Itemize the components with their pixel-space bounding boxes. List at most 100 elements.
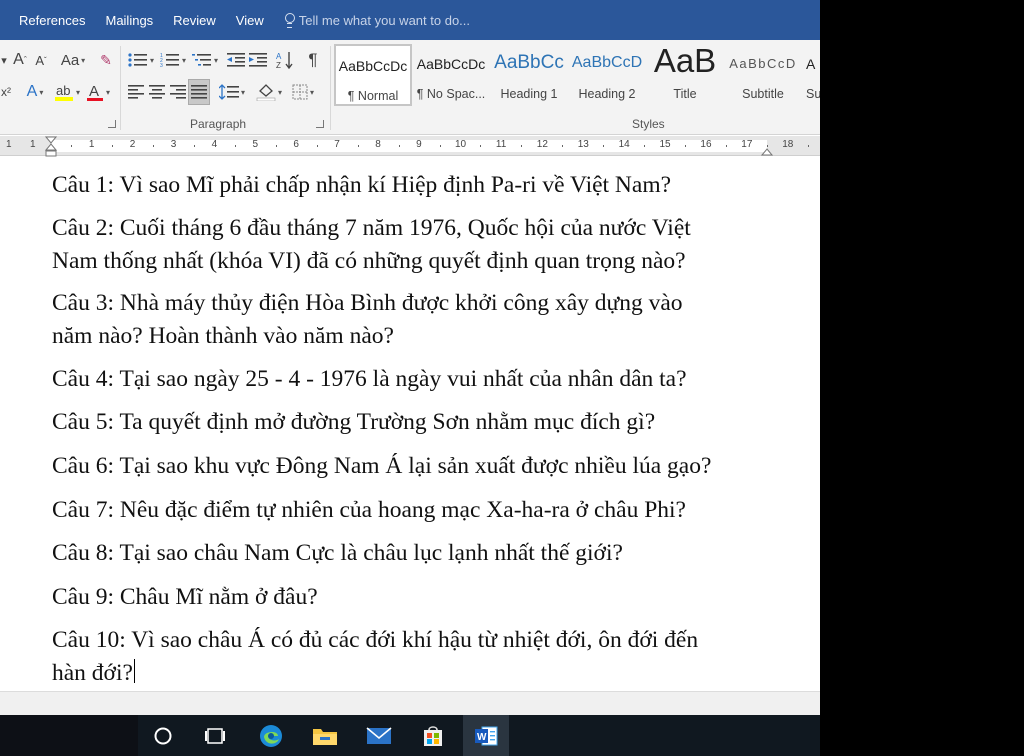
style-name: ¶ Normal — [347, 89, 399, 103]
style-title[interactable]: AaB Title — [646, 44, 724, 106]
styles-gallery: AaBbCcDc ¶ Normal AaBbCcDc ¶ No Spac... … — [334, 44, 820, 108]
shading-icon[interactable]: ▾ — [254, 80, 284, 104]
grow-font-icon[interactable]: Aˆ — [10, 48, 30, 72]
question-3: Câu 3: Nhà máy thủy điện Hòa Bình được k… — [52, 287, 772, 353]
ruler-tick — [521, 145, 523, 147]
question-5: Câu 5: Ta quyết định mở đường Trường Sơn… — [52, 406, 772, 439]
numbering-icon[interactable]: 1 2 3 ▾ — [158, 48, 188, 72]
borders-icon[interactable]: ▾ — [288, 80, 318, 104]
ruler-tick — [807, 145, 809, 147]
windows-taskbar: W — [0, 715, 820, 756]
sort-icon[interactable]: AZ — [274, 48, 296, 72]
style-preview: AaBbCcDc — [416, 56, 486, 72]
align-right-icon[interactable] — [168, 80, 188, 104]
style-preview: AaB — [653, 44, 717, 79]
ruler-number: 16 — [700, 139, 712, 150]
status-bar — [0, 691, 820, 715]
style-subtitle[interactable]: AaBbCcD Subtitle — [724, 44, 802, 106]
style-name: Title — [673, 87, 697, 101]
line-spacing-icon[interactable]: ▾ — [216, 80, 248, 104]
ruler-tick — [112, 145, 114, 147]
ruler-tick — [194, 145, 196, 147]
question-line: Câu 7: Nêu đặc điểm tự nhiên của hoang m… — [52, 497, 686, 523]
ruler-tick — [684, 145, 686, 147]
text-cursor — [133, 659, 135, 683]
ruler-number: 14 — [618, 139, 630, 150]
ribbon: ▾ Aˆ Aˇ Aa ▾ ✎ x² A ▾ ab ▾ A ▾ ▾ 1 2 3 ▾ ▾ — [0, 40, 820, 135]
style-name: Su — [806, 87, 820, 101]
ruler-number: 6 — [293, 139, 299, 150]
group-separator — [120, 46, 121, 130]
clear-formatting-icon[interactable]: ✎ — [96, 48, 116, 72]
ruler-number: 1 — [6, 139, 12, 150]
tab-view[interactable]: View — [236, 13, 264, 28]
ruler-tick — [603, 145, 605, 147]
store-icon[interactable] — [410, 715, 456, 756]
decrease-indent-icon[interactable] — [226, 48, 246, 72]
ruler-number: 11 — [495, 139, 507, 150]
question-6: Câu 6: Tại sao khu vực Đông Nam Á lại sả… — [52, 450, 772, 483]
edge-icon[interactable] — [248, 715, 294, 756]
ruler-tick — [235, 145, 237, 147]
style-no-spacing[interactable]: AaBbCcDc ¶ No Spac... — [412, 44, 490, 106]
font-color-icon[interactable]: A ▾ — [84, 80, 112, 104]
mail-icon[interactable] — [356, 715, 402, 756]
question-line: năm nào? Hoàn thành vào năm nào? — [52, 323, 394, 349]
superscript-icon[interactable]: x² — [0, 80, 12, 104]
justify-icon[interactable] — [188, 79, 210, 105]
ruler-number: 7 — [334, 139, 340, 150]
file-explorer-icon[interactable] — [302, 715, 348, 756]
question-line: Câu 6: Tại sao khu vực Đông Nam Á lại sả… — [52, 453, 712, 479]
task-view-icon[interactable] — [192, 715, 238, 756]
document-page[interactable]: Câu 1: Vì sao Mĩ phải chấp nhận kí Hiệp … — [0, 157, 820, 691]
font-size-dropdown-caret-icon[interactable]: ▾ — [0, 48, 8, 72]
ruler-number: 10 — [455, 139, 467, 150]
change-case-icon[interactable]: Aa ▾ — [58, 48, 88, 72]
ruler-tick — [357, 145, 359, 147]
taskbar-start-area — [0, 715, 138, 756]
bullets-icon[interactable]: ▾ — [126, 48, 156, 72]
font-dialog-launcher-icon[interactable] — [108, 120, 116, 128]
paragraph-dialog-launcher-icon[interactable] — [316, 120, 324, 128]
style-name: ¶ No Spac... — [416, 87, 486, 101]
ruler-tick — [725, 145, 727, 147]
indent-marker-icon[interactable] — [45, 136, 57, 158]
ruler-tick — [71, 145, 73, 147]
show-formatting-marks-icon[interactable]: ¶ — [302, 48, 324, 72]
style-preview: AaBbCcDc — [338, 58, 408, 74]
style-heading-1[interactable]: AaBbCc Heading 1 — [490, 44, 568, 106]
tab-review[interactable]: Review — [173, 13, 216, 28]
question-line: hàn đới? — [52, 660, 133, 686]
multilevel-list-icon[interactable]: ▾ — [190, 48, 220, 72]
paragraph-group-label: Paragraph — [190, 117, 247, 131]
style-subtle[interactable]: A Su — [802, 44, 820, 106]
ribbon-tab-bar: References Mailings Review View Tell me … — [0, 0, 820, 40]
word-window: References Mailings Review View Tell me … — [0, 0, 820, 756]
style-name: Heading 2 — [578, 87, 636, 101]
align-center-icon[interactable] — [147, 80, 167, 104]
style-heading-2[interactable]: AaBbCcD Heading 2 — [568, 44, 646, 106]
word-icon[interactable]: W — [463, 715, 509, 756]
style-preview: AaBbCc — [494, 52, 564, 73]
text-effects-icon[interactable]: A ▾ — [22, 80, 48, 104]
horizontal-ruler[interactable]: 1 1 1 2 3 4 5 6 7 8 9 10 11 12 13 14 15 16 17 18 — [0, 136, 820, 158]
style-name: Heading 1 — [500, 87, 558, 101]
ruler-tick — [562, 145, 564, 147]
question-4: Câu 4: Tại sao ngày 25 - 4 - 1976 là ngà… — [52, 363, 772, 396]
ruler-tick — [766, 145, 768, 147]
ruler-number: 13 — [577, 139, 589, 150]
ruler-number: 17 — [741, 139, 753, 150]
increase-indent-icon[interactable] — [248, 48, 268, 72]
lightbulb-icon — [284, 13, 295, 28]
svg-text:ab: ab — [56, 83, 70, 98]
text-highlight-icon[interactable]: ab ▾ — [52, 80, 82, 104]
style-normal[interactable]: AaBbCcDc ¶ Normal — [334, 44, 412, 106]
tab-references[interactable]: References — [19, 13, 85, 28]
style-preview: A — [806, 56, 816, 72]
shrink-font-icon[interactable]: Aˇ — [32, 48, 50, 72]
cortana-circle-icon[interactable] — [140, 715, 186, 756]
align-left-icon[interactable] — [126, 80, 146, 104]
tell-me-box[interactable]: Tell me what you want to do... — [284, 13, 470, 28]
tab-mailings[interactable]: Mailings — [105, 13, 153, 28]
ruler-number: 4 — [211, 139, 218, 150]
